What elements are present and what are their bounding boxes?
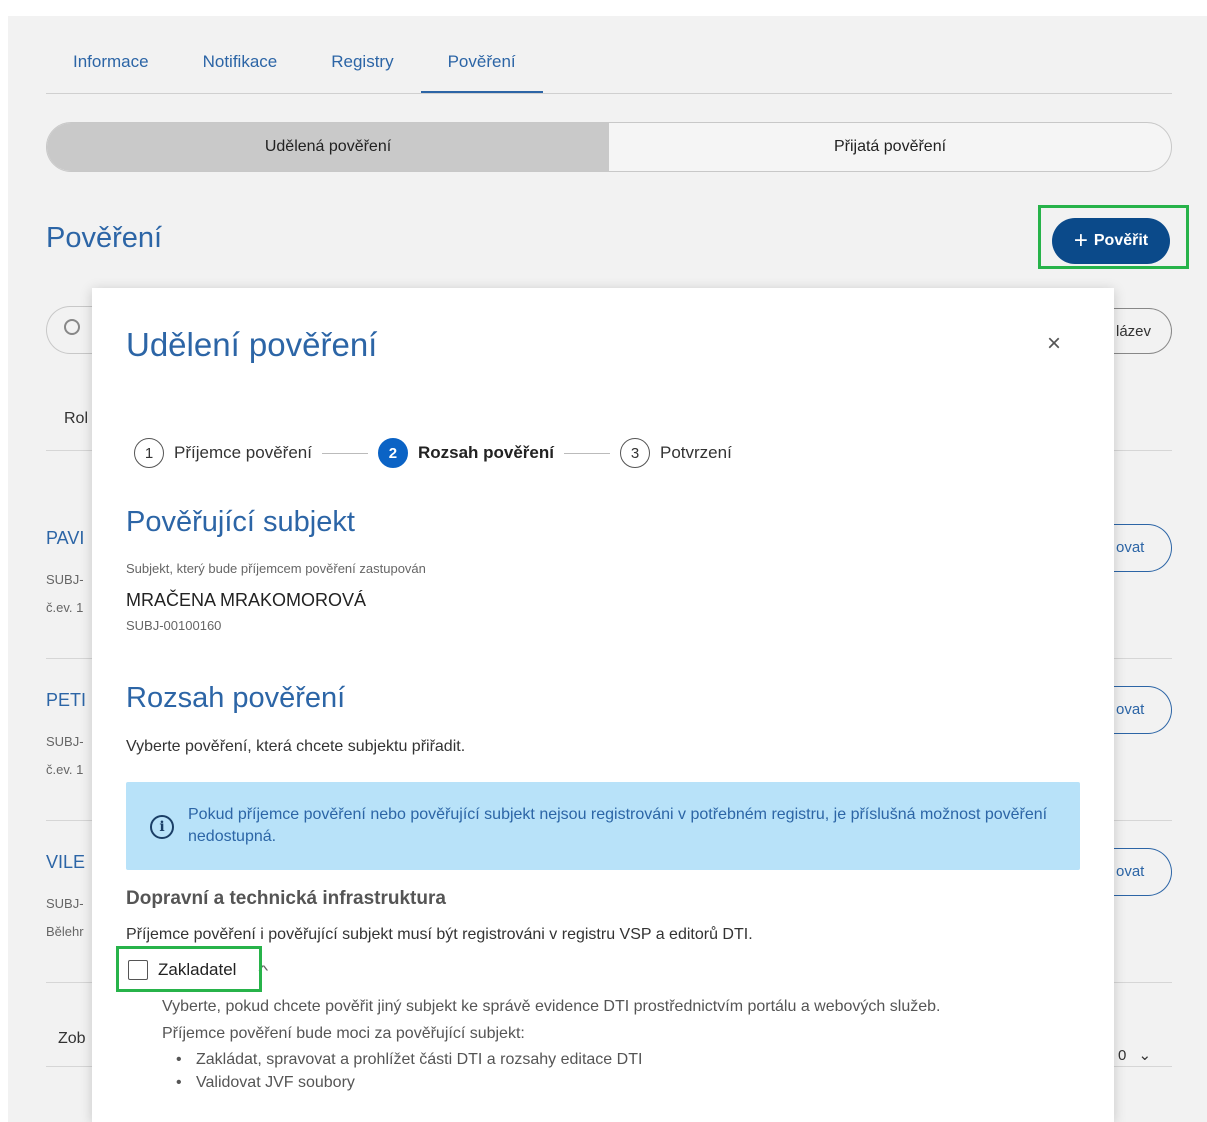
option-detail: Příjemce pověření bude moci za pověřujíc… [162, 1025, 525, 1042]
step-label: Příjemce pověření [174, 443, 312, 462]
search-icon [64, 319, 80, 335]
subject-field-label: Subjekt, který bude příjemcem pověření z… [126, 561, 426, 576]
segment-received[interactable]: Přijatá pověření [609, 123, 1171, 171]
step-connector [564, 452, 610, 454]
segment-control: Udělená pověření Přijatá pověření [46, 122, 1172, 172]
step-confirm[interactable]: 3 Potvrzení [620, 438, 732, 468]
step-label: Rozsah pověření [417, 443, 554, 462]
info-text: Pokud příjemce pověření nebo pověřující … [188, 806, 1048, 845]
dialog-title: Udělení pověření [126, 326, 378, 363]
info-alert: i Pokud příjemce pověření nebo pověřujíc… [126, 782, 1080, 870]
scope-section-title: Rozsah pověření [126, 682, 346, 714]
tab-povereni[interactable]: Pověření [420, 46, 543, 93]
step-number: 3 [620, 438, 650, 468]
row-id: SUBJ- [46, 896, 84, 911]
grant-dialog: Udělení pověření × 1 Příjemce pověření 2… [92, 288, 1114, 1122]
option-detail: Vyberte, pokud chcete pověřit jiný subje… [162, 998, 941, 1015]
row-detail: č.ev. 1 [46, 600, 84, 615]
row-action-button[interactable]: ovat [1108, 686, 1172, 734]
scope-intro: Vyberte pověření, která chcete subjektu … [126, 738, 466, 755]
subject-id: SUBJ-00100160 [126, 618, 222, 633]
tab-notifikace[interactable]: Notifikace [176, 46, 305, 93]
stepper: 1 Příjemce pověření 2 Rozsah pověření 3 … [134, 438, 732, 468]
step-recipient[interactable]: 1 Příjemce pověření [134, 438, 312, 468]
info-icon: i [150, 815, 174, 839]
row-detail: Bělehr [46, 924, 84, 939]
subject-name: MRAČENA MRAKOMOROVÁ [126, 590, 367, 610]
step-connector [321, 452, 368, 454]
page-size-select[interactable]: 0 ⌄ [1118, 1046, 1151, 1064]
row-action-button[interactable]: ovat [1108, 848, 1172, 896]
filter-button[interactable]: lázev [1108, 308, 1172, 354]
row-name: VILE [46, 852, 86, 872]
row-id: SUBJ- [46, 572, 84, 587]
list-item: Validovat JVF soubory [176, 1071, 642, 1094]
page-title: Pověření [46, 222, 163, 254]
step-label: Potvrzení [660, 443, 732, 462]
row-detail: č.ev. 1 [46, 762, 84, 777]
add-povereni-button[interactable]: + Pověřit [1052, 218, 1170, 264]
group-description: Příjemce pověření i pověřující subjekt m… [126, 926, 753, 943]
step-scope[interactable]: 2 Rozsah pověření [377, 438, 554, 468]
row-name: PAVI [46, 528, 85, 548]
column-header: Rol [64, 410, 89, 427]
add-button-label: Pověřit [1093, 232, 1149, 249]
row-id: SUBJ- [46, 734, 84, 749]
highlight-box [116, 946, 262, 992]
tab-registry[interactable]: Registry [304, 46, 420, 93]
segment-granted[interactable]: Udělená pověření [47, 123, 609, 171]
permission-list: Zakládat, spravovat a prohlížet části DT… [176, 1048, 642, 1094]
step-number: 1 [134, 438, 164, 468]
page-size-value: 0 [1118, 1047, 1127, 1064]
subject-section-title: Pověřující subjekt [126, 506, 355, 538]
show-label: Zob [58, 1030, 86, 1047]
group-title: Dopravní a technická infrastruktura [126, 888, 446, 909]
tab-bar: Informace Notifikace Registry Pověření [46, 46, 1172, 94]
tab-informace[interactable]: Informace [46, 46, 176, 93]
step-number: 2 [377, 438, 408, 468]
plus-icon: + [1073, 227, 1088, 254]
chevron-down-icon: ⌄ [1138, 1047, 1152, 1064]
list-item: Zakládat, spravovat a prohlížet části DT… [176, 1048, 642, 1071]
row-action-button[interactable]: ovat [1108, 524, 1172, 572]
row-name: PETI [46, 690, 87, 710]
close-icon[interactable]: × [1042, 332, 1066, 356]
